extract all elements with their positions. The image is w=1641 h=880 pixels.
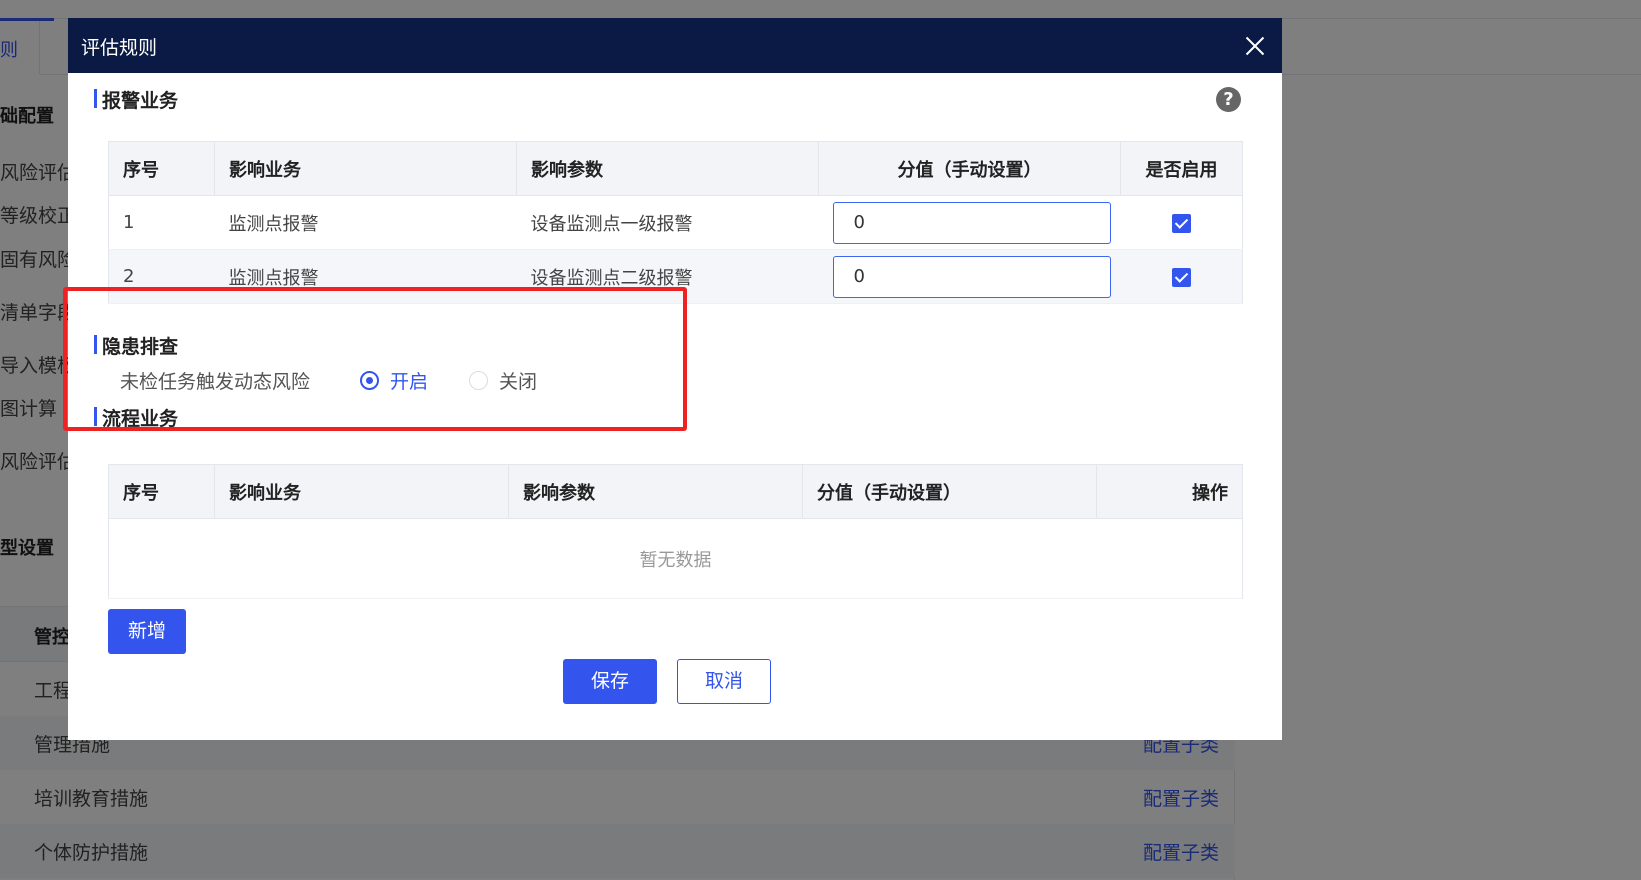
table-header-row: 序号 影响业务 影响参数 分值（手动设置） 操作 [108,464,1243,519]
score-cell [818,249,1121,304]
empty-row: 暂无数据 [108,518,1243,599]
column-header: 影响参数 [508,464,803,519]
annotation-highlight-box [63,287,687,431]
column-header: 操作 [1096,464,1243,519]
column-header: 分值（手动设置） [802,464,1097,519]
column-header: 影响参数 [516,141,819,196]
help-icon[interactable]: ? [1216,87,1241,112]
flow-rules-table: 序号 影响业务 影响参数 分值（手动设置） 操作 暂无数据 [108,464,1243,599]
enabled-cell [1120,249,1243,304]
alert-rules-table: 序号 影响业务 影响参数 分值（手动设置） 是否启用 1 监测点报警 设备监测点… [108,141,1243,304]
dialog-title: 评估规则 [81,37,158,59]
score-input[interactable] [832,201,1111,244]
enabled-cell [1120,195,1243,250]
empty-state-text: 暂无数据 [108,518,1243,599]
score-cell [818,195,1121,250]
add-button[interactable]: 新增 [108,609,186,654]
alert-section-title: 报警业务 [94,86,178,113]
screen: 则 础配置 风险评估 等级校正 固有风险 清单字段 导入模板 图计算 风险评估 … [0,0,1641,880]
score-input[interactable] [832,255,1111,298]
save-button[interactable]: 保存 [563,659,657,704]
row-param: 设备监测点一级报警 [516,195,819,250]
column-header: 序号 [108,464,215,519]
dialog-header: 评估规则 [68,18,1282,73]
column-header: 影响业务 [214,141,517,196]
close-icon[interactable] [1244,35,1266,57]
table-header-row: 序号 影响业务 影响参数 分值（手动设置） 是否启用 [108,141,1243,196]
row-index: 1 [108,195,215,250]
column-header: 序号 [108,141,215,196]
column-header: 是否启用 [1120,141,1243,196]
column-header: 影响业务 [214,464,509,519]
enabled-checkbox[interactable] [1171,213,1191,233]
row-business: 监测点报警 [214,195,517,250]
enabled-checkbox[interactable] [1171,267,1191,287]
table-row: 1 监测点报警 设备监测点一级报警 [108,195,1243,250]
column-header: 分值（手动设置） [818,141,1121,196]
cancel-button[interactable]: 取消 [677,659,771,704]
